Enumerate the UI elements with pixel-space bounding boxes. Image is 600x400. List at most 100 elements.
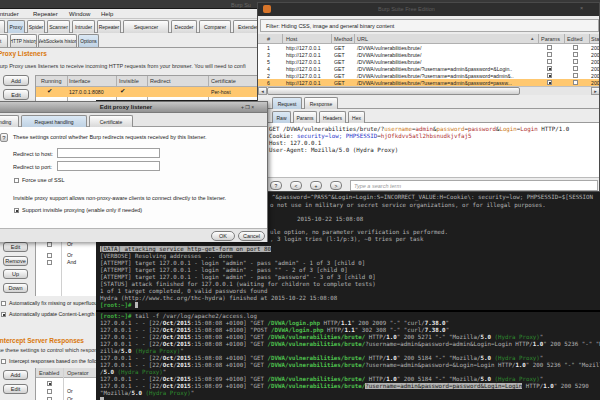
server-rule-enabled-checkbox[interactable] [47,381,52,386]
proxy-tab-http-history[interactable]: HTTP history [10,34,37,47]
filter-bar[interactable]: Filter: Hiding CSS, image and general bi… [260,19,599,32]
cancel-button[interactable]: Cancel [238,231,265,241]
edited-checkbox[interactable] [573,52,578,57]
dialog-window-buttons[interactable]: + ❐ × [241,104,254,110]
params-checkbox[interactable] [547,73,552,78]
update-length-checkbox[interactable] [1,312,6,317]
proxy-tab-options[interactable]: Options [78,34,99,47]
proxy-tab-intercept[interactable]: Intercept [0,34,8,47]
terminal-access-log[interactable]: [root:~]# tail -f /var/log/apache2/acces… [96,310,600,400]
tab-repeater[interactable]: Repeater [97,20,121,33]
remove-rule-button[interactable]: Remove [3,256,28,266]
listener-row[interactable]: ✔ 127.0.0.1:8080 ✔ Per-host [36,87,264,97]
tab-decoder[interactable]: Decoder [171,20,197,33]
params-checkbox[interactable] [547,80,552,85]
edited-checkbox[interactable] [573,66,578,71]
menu-repeater[interactable]: Repeater [33,11,58,17]
tab-binding[interactable]: Binding [0,115,19,127]
col-enabled[interactable]: Enabled [39,370,59,376]
edit-rule-button[interactable]: Edit [3,242,28,252]
col-host[interactable]: Host [286,36,297,42]
tab-comparer[interactable]: Comparer [199,20,231,33]
down-rule-button[interactable]: Down [3,283,28,293]
search-input[interactable]: Type a search term [350,180,598,191]
request-editor[interactable]: GET /DVWA/vulnerabilities/brute/?usernam… [258,123,600,177]
tab-spider[interactable]: Spider [27,20,45,33]
tab-request[interactable]: Request [272,97,302,109]
search-next-button[interactable]: > [330,181,342,190]
menu-intruder[interactable]: Intruder [0,11,19,17]
history-row[interactable]: 5http://127.0.0.1GET/DVWA/vulnerabilitie… [258,58,600,65]
tab-certificate[interactable]: Certificate [89,115,133,127]
history-row[interactable]: 1http://127.0.0.1GET/DVWA/vulnerabilitie… [258,44,600,51]
add-response-rule-button[interactable]: Add [3,370,28,380]
params-checkbox[interactable] [547,66,552,71]
col-interface[interactable]: Interface [69,78,90,84]
col-running[interactable]: Running [41,78,62,84]
dialog-titlebar[interactable]: Edit proxy listener + ❐ × [0,102,267,113]
params-checkbox[interactable] [547,45,552,50]
fix-newlines-checkbox[interactable] [1,301,6,306]
search-add-button[interactable]: + [310,181,322,190]
ok-button[interactable]: OK [211,231,235,241]
scroll-left-arrow[interactable]: ◂ [258,87,267,95]
intercept-responses-checkbox[interactable] [1,359,6,364]
tab-intruder[interactable]: Intruder [72,20,95,33]
col-params[interactable]: Params [541,36,560,42]
search-help-button[interactable]: ? [270,181,282,190]
col-edited[interactable]: Edited [567,36,583,42]
tab-params[interactable]: Params [293,111,317,123]
col-invisible[interactable]: Invisible [119,78,139,84]
params-checkbox[interactable] [547,59,552,64]
window-controls[interactable]: × [580,5,583,11]
edited-checkbox[interactable] [573,45,578,50]
edited-checkbox[interactable] [573,80,578,85]
menu-help[interactable]: Help [101,11,113,17]
client-rule-enabled-checkbox[interactable] [47,253,52,258]
col-certificate[interactable]: Certificate [211,78,236,84]
add-listener-button[interactable]: Add [3,75,29,86]
help-icon[interactable]: ? [0,133,8,142]
cell-method: GET [334,73,345,79]
client-rule-enabled-checkbox[interactable] [47,242,52,247]
history-row[interactable]: 3http://127.0.0.1GET/DVWA/vulnerabilitie… [258,51,600,58]
menu-window[interactable]: Window [69,11,90,17]
redirect-host-input[interactable] [57,148,160,158]
history-row[interactable]: 6http://127.0.0.1GET/DVWA/vulnerabilitie… [258,79,600,86]
params-checkbox[interactable] [547,52,552,57]
tab-proxy[interactable]: Proxy [7,20,25,33]
col-url[interactable]: URL [357,36,368,42]
scroll-thumb[interactable] [267,87,520,95]
main-tab-bar: TargetProxySpiderScannerIntruderRepeater… [0,19,265,33]
tab-headers[interactable]: Headers [319,111,346,123]
history-row[interactable]: 4http://127.0.0.1GET/DVWA/vulnerabilitie… [258,65,600,72]
tab-response[interactable]: Response [304,97,338,109]
edit-response-rule-button[interactable]: Edit [3,384,28,394]
tab-hex[interactable]: Hex [348,111,365,123]
tab-scanner[interactable]: Scanner [47,20,70,33]
col-status[interactable]: Status [591,36,600,42]
tab-request-handling[interactable]: Request handling [21,115,87,127]
server-rule-enabled-checkbox[interactable] [47,389,52,394]
history-window-titlebar[interactable]: Burp Suite Free Edition × [258,3,600,16]
up-rule-button[interactable]: Up [3,269,28,279]
search-prev-button[interactable]: < [290,181,302,190]
col-operator[interactable]: Operator [67,370,89,376]
edit-listener-button[interactable]: Edit [3,89,29,100]
redirect-port-input[interactable] [57,161,160,171]
col-num[interactable]: # [267,36,270,42]
edited-checkbox[interactable] [573,73,578,78]
history-scrollbar[interactable]: ◂ ▸ [258,86,600,95]
edited-checkbox[interactable] [573,59,578,64]
force-ssl-checkbox[interactable] [14,178,19,183]
col-method[interactable]: Method [334,36,352,42]
proxy-tab-websockets-history[interactable]: WebSockets history [38,34,77,47]
scroll-right-arrow[interactable]: ▸ [591,87,600,95]
tab-sequencer[interactable]: Sequencer [123,20,169,33]
col-redirect[interactable]: Redirect [150,78,170,84]
tab-raw[interactable]: Raw [272,111,291,123]
tab-target[interactable]: Target [0,20,5,33]
client-rule-enabled-checkbox[interactable] [47,260,52,265]
invisible-proxy-checkbox[interactable] [14,208,19,213]
history-row[interactable]: 2http://127.0.0.1GET/DVWA/vulnerabilitie… [258,72,600,79]
